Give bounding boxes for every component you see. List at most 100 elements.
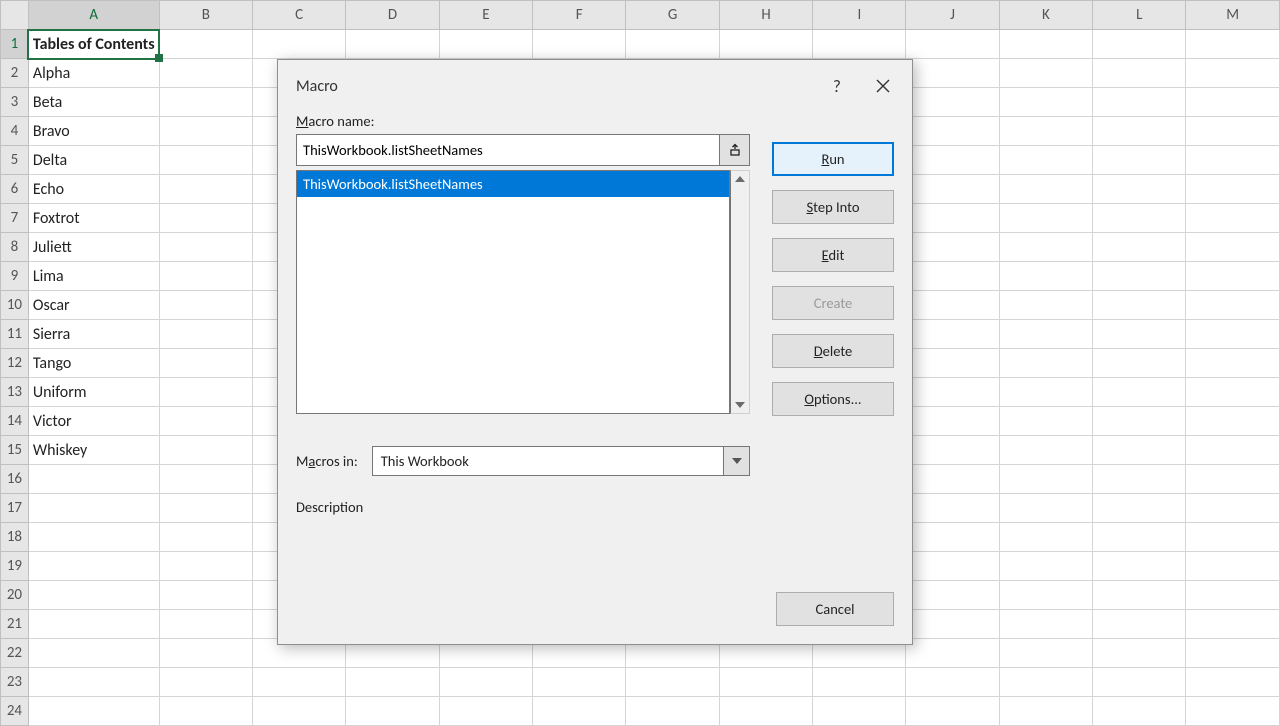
- cell[interactable]: [999, 146, 1092, 175]
- cell[interactable]: [906, 436, 999, 465]
- cell[interactable]: [906, 117, 999, 146]
- cell[interactable]: [1093, 668, 1186, 697]
- cell[interactable]: [1186, 610, 1280, 639]
- cell[interactable]: [1186, 204, 1280, 233]
- cell[interactable]: [906, 320, 999, 349]
- cell[interactable]: [999, 117, 1092, 146]
- cell[interactable]: [1186, 697, 1280, 726]
- cell[interactable]: Sierra: [28, 320, 159, 349]
- row-header[interactable]: 7: [1, 204, 29, 233]
- cell[interactable]: [999, 436, 1092, 465]
- dialog-titlebar[interactable]: Macro ?: [278, 60, 912, 112]
- cell[interactable]: [1093, 610, 1186, 639]
- cell[interactable]: [906, 494, 999, 523]
- column-header[interactable]: B: [159, 1, 252, 30]
- cell[interactable]: [1186, 59, 1280, 88]
- cell[interactable]: [1186, 320, 1280, 349]
- cell[interactable]: [999, 697, 1092, 726]
- reference-picker-button[interactable]: [720, 134, 750, 166]
- cell[interactable]: [28, 610, 159, 639]
- run-button[interactable]: Run: [772, 142, 894, 176]
- row-header[interactable]: 19: [1, 552, 29, 581]
- cell[interactable]: [252, 697, 345, 726]
- cell[interactable]: [159, 30, 252, 59]
- cell[interactable]: [1186, 523, 1280, 552]
- cell[interactable]: Oscar: [28, 291, 159, 320]
- delete-button[interactable]: Delete: [772, 334, 894, 368]
- column-header[interactable]: A: [28, 1, 159, 30]
- cell[interactable]: [439, 30, 532, 59]
- column-header[interactable]: H: [719, 1, 812, 30]
- cell[interactable]: Delta: [28, 146, 159, 175]
- step-into-button[interactable]: Step Into: [772, 190, 894, 224]
- row-header[interactable]: 22: [1, 639, 29, 668]
- cell[interactable]: [999, 262, 1092, 291]
- list-item[interactable]: ThisWorkbook.listSheetNames: [297, 171, 729, 197]
- row-header[interactable]: 1: [1, 30, 29, 59]
- cell[interactable]: [626, 668, 719, 697]
- cell[interactable]: [1093, 407, 1186, 436]
- cell[interactable]: [999, 378, 1092, 407]
- row-header[interactable]: 11: [1, 320, 29, 349]
- cell[interactable]: [999, 494, 1092, 523]
- cell[interactable]: [1186, 88, 1280, 117]
- row-header[interactable]: 15: [1, 436, 29, 465]
- cell[interactable]: Victor: [28, 407, 159, 436]
- cell[interactable]: [906, 552, 999, 581]
- cell[interactable]: [1186, 436, 1280, 465]
- cell[interactable]: [999, 668, 1092, 697]
- macro-name-input[interactable]: [296, 134, 720, 166]
- cell[interactable]: [1093, 523, 1186, 552]
- cell[interactable]: [159, 610, 252, 639]
- cell[interactable]: [1186, 465, 1280, 494]
- cell[interactable]: [159, 320, 252, 349]
- row-header[interactable]: 10: [1, 291, 29, 320]
- row-header[interactable]: 6: [1, 175, 29, 204]
- cell[interactable]: [906, 378, 999, 407]
- cell[interactable]: [533, 30, 626, 59]
- row-header[interactable]: 16: [1, 465, 29, 494]
- row-header[interactable]: 12: [1, 349, 29, 378]
- cell[interactable]: [159, 204, 252, 233]
- cell[interactable]: [159, 668, 252, 697]
- cell[interactable]: [28, 465, 159, 494]
- cell[interactable]: Foxtrot: [28, 204, 159, 233]
- cell[interactable]: [1186, 552, 1280, 581]
- cell[interactable]: [999, 320, 1092, 349]
- cell[interactable]: [346, 697, 439, 726]
- cell[interactable]: [1186, 639, 1280, 668]
- cell[interactable]: [1093, 494, 1186, 523]
- cell[interactable]: [906, 30, 999, 59]
- cell[interactable]: [1093, 204, 1186, 233]
- cell[interactable]: [159, 175, 252, 204]
- column-header[interactable]: I: [813, 1, 906, 30]
- row-header[interactable]: 17: [1, 494, 29, 523]
- cell[interactable]: Whiskey: [28, 436, 159, 465]
- cell[interactable]: [28, 523, 159, 552]
- cell[interactable]: [906, 233, 999, 262]
- cell[interactable]: [1093, 88, 1186, 117]
- cell[interactable]: [1093, 320, 1186, 349]
- column-header[interactable]: M: [1186, 1, 1280, 30]
- cell[interactable]: Tables of Contents: [28, 30, 159, 59]
- cell[interactable]: [1186, 30, 1280, 59]
- cell[interactable]: [999, 407, 1092, 436]
- cell[interactable]: [999, 88, 1092, 117]
- cell[interactable]: [1186, 378, 1280, 407]
- cell[interactable]: [719, 30, 812, 59]
- cell[interactable]: [159, 407, 252, 436]
- cell[interactable]: [1186, 291, 1280, 320]
- cell[interactable]: [906, 204, 999, 233]
- cell[interactable]: [1186, 668, 1280, 697]
- column-header[interactable]: D: [346, 1, 439, 30]
- row-header[interactable]: 23: [1, 668, 29, 697]
- cell[interactable]: [28, 581, 159, 610]
- edit-button[interactable]: Edit: [772, 238, 894, 272]
- cell[interactable]: [1186, 117, 1280, 146]
- cell[interactable]: [813, 668, 906, 697]
- cell[interactable]: [1093, 436, 1186, 465]
- cell[interactable]: [28, 639, 159, 668]
- cell[interactable]: [626, 30, 719, 59]
- dropdown-button[interactable]: [724, 446, 750, 476]
- cell[interactable]: [28, 494, 159, 523]
